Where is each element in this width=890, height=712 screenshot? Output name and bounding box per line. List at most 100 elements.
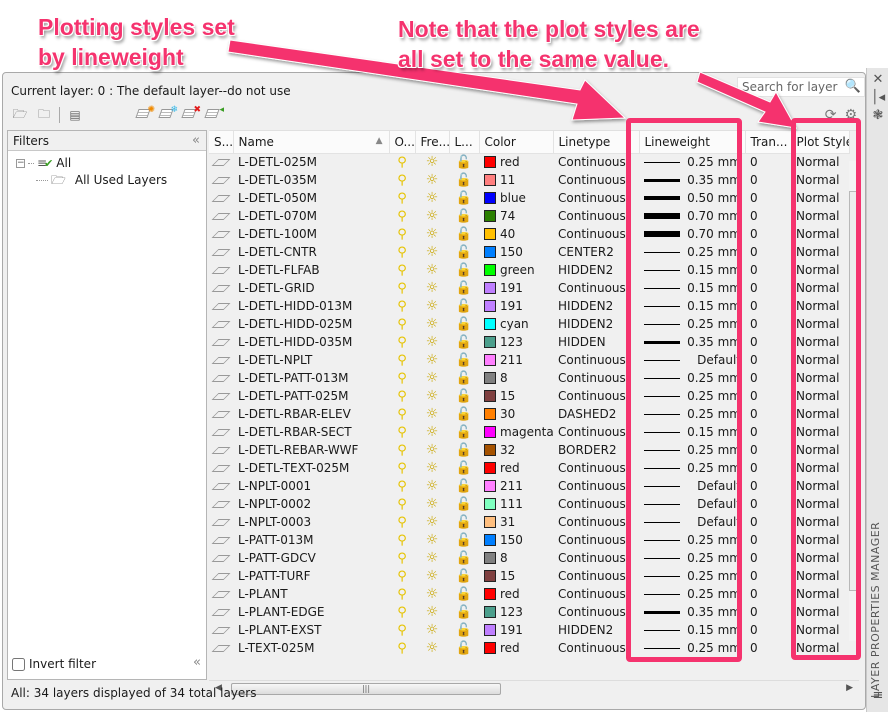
on-toggle[interactable]: ⚲ [389, 333, 415, 351]
lock-toggle[interactable]: 🔓 [449, 567, 479, 585]
layer-row[interactable]: L-PATT-GDCV ⚲ ☼ 🔓 8 Continuous 0.25 mm 0 Normal [209, 549, 849, 567]
lock-toggle[interactable]: 🔓 [449, 513, 479, 531]
color-cell[interactable]: 111 [479, 495, 553, 513]
color-cell[interactable]: green [479, 261, 553, 279]
layer-row[interactable]: L-NPLT-0003 ⚲ ☼ 🔓 31 Continuous Default 0 Normal [209, 513, 849, 531]
plot-style-cell[interactable]: Normal [791, 279, 849, 297]
lock-toggle[interactable]: 🔓 [449, 333, 479, 351]
lineweight-cell[interactable]: 0.25 mm [639, 243, 745, 261]
plot-style-cell[interactable]: Normal [791, 225, 849, 243]
linetype-cell[interactable]: HIDDEN [553, 333, 639, 351]
transparency-cell[interactable]: 0 [745, 459, 791, 477]
transparency-cell[interactable]: 0 [745, 639, 791, 657]
transparency-cell[interactable]: 0 [745, 333, 791, 351]
linetype-cell[interactable]: HIDDEN2 [553, 315, 639, 333]
on-toggle[interactable]: ⚲ [389, 207, 415, 225]
name-cell[interactable]: L-DETL-050M [233, 189, 389, 207]
color-cell[interactable]: 40 [479, 225, 553, 243]
linetype-cell[interactable]: BORDER2 [553, 441, 639, 459]
color-cell[interactable]: 211 [479, 351, 553, 369]
name-cell[interactable]: L-DETL-RBAR-ELEV [233, 405, 389, 423]
freeze-toggle[interactable]: ☼ [415, 351, 449, 369]
search-icon[interactable]: 🔍 [845, 79, 861, 94]
freeze-toggle[interactable]: ☼ [415, 441, 449, 459]
name-cell[interactable]: L-DETL-TEXT-025M [233, 459, 389, 477]
layer-row[interactable]: L-PATT-TURF ⚲ ☼ 🔓 15 Continuous 0.25 mm 0 Normal [209, 567, 849, 585]
name-cell[interactable]: L-PLANT [233, 585, 389, 603]
status-cell[interactable] [209, 153, 233, 171]
lock-toggle[interactable]: 🔓 [449, 603, 479, 621]
transparency-cell[interactable]: 0 [745, 441, 791, 459]
status-cell[interactable] [209, 369, 233, 387]
name-cell[interactable]: L-DETL-PATT-025M [233, 387, 389, 405]
freeze-toggle[interactable]: ☼ [415, 297, 449, 315]
color-cell[interactable]: 32 [479, 441, 553, 459]
color-cell[interactable]: red [479, 153, 553, 171]
name-cell[interactable]: L-DETL-CNTR [233, 243, 389, 261]
plot-style-cell[interactable]: Normal [791, 405, 849, 423]
name-cell[interactable]: L-PATT-013M [233, 531, 389, 549]
transparency-cell[interactable]: 0 [745, 279, 791, 297]
color-cell[interactable]: 211 [479, 477, 553, 495]
freeze-toggle[interactable]: ☼ [415, 405, 449, 423]
tree-item-all-used-layers[interactable]: 🗁 All Used Layers [16, 172, 206, 189]
collapse-tree-icon[interactable]: − [16, 159, 25, 168]
on-toggle[interactable]: ⚲ [389, 369, 415, 387]
lock-toggle[interactable]: 🔓 [449, 243, 479, 261]
color-cell[interactable]: red [479, 585, 553, 603]
lineweight-cell[interactable]: 0.35 mm [639, 333, 745, 351]
on-toggle[interactable]: ⚲ [389, 441, 415, 459]
layer-row[interactable]: L-DETL-HIDD-035M ⚲ ☼ 🔓 123 HIDDEN 0.35 mm 0 Norm… [209, 333, 849, 351]
set-current-button[interactable]: ◂ [204, 106, 224, 120]
transparency-cell[interactable]: 0 [745, 351, 791, 369]
on-toggle[interactable]: ⚲ [389, 315, 415, 333]
layer-row[interactable]: L-DETL-GRID ⚲ ☼ 🔓 191 Continuous 0.15 mm 0 Norma… [209, 279, 849, 297]
status-cell[interactable] [209, 171, 233, 189]
color-cell[interactable]: blue [479, 189, 553, 207]
layer-row[interactable]: L-DETL-CNTR ⚲ ☼ 🔓 150 CENTER2 0.25 mm 0 Normal [209, 243, 849, 261]
transparency-cell[interactable]: 0 [745, 189, 791, 207]
on-toggle[interactable]: ⚲ [389, 405, 415, 423]
column-header-linetype[interactable]: Linetype [553, 131, 640, 154]
linetype-cell[interactable]: Continuous [553, 531, 639, 549]
plot-style-cell[interactable]: Normal [791, 243, 849, 261]
linetype-cell[interactable]: Continuous [553, 279, 639, 297]
freeze-toggle[interactable]: ☼ [415, 207, 449, 225]
lineweight-cell[interactable]: 0.35 mm [639, 171, 745, 189]
lock-toggle[interactable]: 🔓 [449, 369, 479, 387]
on-toggle[interactable]: ⚲ [389, 243, 415, 261]
plot-style-cell[interactable]: Normal [791, 513, 849, 531]
linetype-cell[interactable]: Continuous [553, 549, 639, 567]
lineweight-cell[interactable]: 0.25 mm [639, 639, 745, 657]
lineweight-cell[interactable]: 0.15 mm [639, 261, 745, 279]
transparency-cell[interactable]: 0 [745, 387, 791, 405]
lock-toggle[interactable]: 🔓 [449, 639, 479, 657]
on-toggle[interactable]: ⚲ [389, 459, 415, 477]
lock-toggle[interactable]: 🔓 [449, 423, 479, 441]
layer-row[interactable]: L-NPLT-0002 ⚲ ☼ 🔓 111 Continuous Default 0 Norma… [209, 495, 849, 513]
freeze-toggle[interactable]: ☼ [415, 315, 449, 333]
on-toggle[interactable]: ⚲ [389, 603, 415, 621]
lineweight-cell[interactable]: 0.25 mm [639, 369, 745, 387]
lock-toggle[interactable]: 🔓 [449, 153, 479, 171]
status-cell[interactable] [209, 315, 233, 333]
horizontal-scroll-thumb[interactable]: ||| [231, 683, 501, 695]
lock-toggle[interactable]: 🔓 [449, 495, 479, 513]
layer-row[interactable]: L-DETL-070M ⚲ ☼ 🔓 74 Continuous 0.70 mm 0 Normal [209, 207, 849, 225]
plot-style-cell[interactable]: Normal [791, 423, 849, 441]
transparency-cell[interactable]: 0 [745, 603, 791, 621]
layer-row[interactable]: L-NPLT-0001 ⚲ ☼ 🔓 211 Continuous Default 0 Norma… [209, 477, 849, 495]
lock-toggle[interactable]: 🔓 [449, 189, 479, 207]
name-cell[interactable]: L-TEXT-025M [233, 639, 389, 657]
freeze-toggle[interactable]: ☼ [415, 513, 449, 531]
status-cell[interactable] [209, 603, 233, 621]
lock-toggle[interactable]: 🔓 [449, 531, 479, 549]
layer-row[interactable]: L-DETL-025M ⚲ ☼ 🔓 red Continuous 0.25 mm 0 Norma… [209, 153, 849, 171]
column-header-plot-style[interactable]: Plot Style [791, 131, 850, 154]
layer-row[interactable]: L-DETL-HIDD-013M ⚲ ☼ 🔓 191 HIDDEN2 0.15 mm 0 Nor… [209, 297, 849, 315]
lineweight-cell[interactable]: Default [639, 495, 745, 513]
on-toggle[interactable]: ⚲ [389, 387, 415, 405]
on-toggle[interactable]: ⚲ [389, 585, 415, 603]
lineweight-cell[interactable]: 0.25 mm [639, 441, 745, 459]
freeze-toggle[interactable]: ☼ [415, 459, 449, 477]
